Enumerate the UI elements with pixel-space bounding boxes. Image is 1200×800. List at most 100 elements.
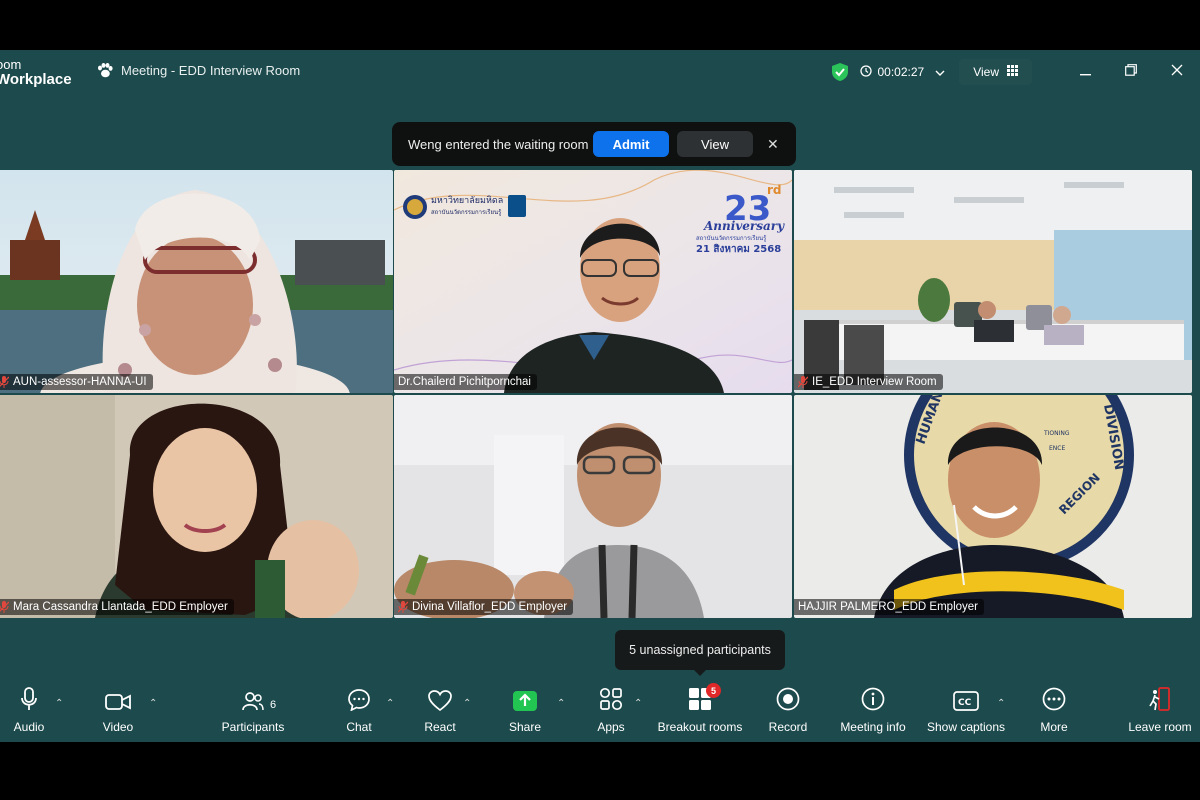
chat-label: Chat <box>346 720 372 734</box>
react-label: React <box>424 720 456 734</box>
video-tile-4[interactable]: Mara Cassandra Llantada_EDD Employer <box>0 395 393 618</box>
video-tile-2[interactable]: มหาวิทยาลัยมหิดล สถาบันนวัตกรรมการเรียนร… <box>394 170 792 393</box>
anniversary-sub: สถาบันนวัตกรรมการเรียนรู้ <box>696 234 767 242</box>
meeting-title-text: Meeting - EDD Interview Room <box>121 63 301 78</box>
chat-button[interactable]: Chat <box>314 686 404 734</box>
microphone-icon <box>21 687 37 716</box>
apps-label: Apps <box>597 720 625 734</box>
more-button[interactable]: More <box>1009 686 1099 734</box>
share-label: Share <box>508 720 542 734</box>
meeting-info-button[interactable]: Meeting info <box>828 686 918 734</box>
breakout-rooms-icon: 5 <box>688 683 721 716</box>
tile-1-video <box>0 170 393 393</box>
apps-options-chevron-icon[interactable]: ⌃ <box>634 698 642 709</box>
mic-muted-icon <box>798 376 808 388</box>
restore-button[interactable] <box>1108 50 1154 94</box>
participant-name: IE_EDD Interview Room <box>812 376 937 388</box>
app-brand: oom Workplace <box>0 57 72 87</box>
participant-name-tag: Divina Villaflor_EDD Employer <box>394 599 574 615</box>
participant-name-tag: Mara Cassandra Llantada_EDD Employer <box>0 599 234 615</box>
participants-count: 6 <box>270 699 277 711</box>
video-options-chevron-icon[interactable]: ⌃ <box>149 698 157 709</box>
audio-options-chevron-icon[interactable]: ⌃ <box>55 698 63 709</box>
meeting-toolbar: Audio ⌃ Video ⌃ Participants 6 Chat ⌃ Re… <box>0 683 1200 742</box>
close-button[interactable] <box>1154 50 1200 94</box>
seal-text-4: TIONING <box>1043 430 1070 437</box>
title-bar: oom Workplace Meeting - EDD Interview Ro… <box>0 50 1200 94</box>
participants-icon <box>242 691 264 716</box>
video-tile-3[interactable]: IE_EDD Interview Room <box>794 170 1192 393</box>
view-label: View <box>973 65 999 79</box>
audio-button[interactable]: Audio <box>0 686 74 734</box>
timer-text: 00:02:27 <box>877 65 925 79</box>
tile-4-video <box>0 395 393 618</box>
minimize-button[interactable] <box>1062 50 1108 94</box>
brand-line-2: Workplace <box>0 71 72 88</box>
participant-name-tag: Dr.Chailerd Pichitpornchai <box>394 374 537 390</box>
show-captions-button[interactable]: CC Show captions <box>921 686 1011 734</box>
apps-button[interactable]: Apps <box>566 686 656 734</box>
paw-icon <box>97 63 113 78</box>
captions-options-chevron-icon[interactable]: ⌃ <box>997 698 1005 709</box>
leave-door-icon <box>1148 687 1172 716</box>
chat-options-chevron-icon[interactable]: ⌃ <box>386 698 394 709</box>
zoom-window: oom Workplace Meeting - EDD Interview Ro… <box>0 50 1200 742</box>
tile-2-video: มหาวิทยาลัยมหิดล สถาบันนวัตกรรมการเรียนร… <box>394 170 792 393</box>
tile-3-video <box>794 170 1192 393</box>
participant-name: Mara Cassandra Llantada_EDD Employer <box>13 601 228 613</box>
close-icon[interactable]: ✕ <box>767 136 779 153</box>
captions-icon: CC <box>953 691 979 716</box>
admit-button[interactable]: Admit <box>593 131 669 157</box>
seal-text-5: ENCE <box>1049 445 1065 452</box>
view-layout-button[interactable]: View <box>959 59 1032 85</box>
video-tile-6[interactable]: HUMAN R DIVISION REGION TIONING ENCE HAJ… <box>794 395 1192 618</box>
encryption-shield-icon[interactable] <box>832 63 849 81</box>
meeting-timer[interactable]: 00:02:27 <box>860 64 945 80</box>
breakout-rooms-label: Breakout rooms <box>657 720 743 734</box>
anniversary-suffix: rd <box>767 183 782 197</box>
apps-icon <box>599 687 623 716</box>
audio-label: Audio <box>13 720 45 734</box>
chevron-down-icon <box>935 65 945 79</box>
meeting-info-label: Meeting info <box>840 720 906 734</box>
video-button[interactable]: Video <box>73 686 163 734</box>
participant-name: Divina Villaflor_EDD Employer <box>412 601 568 613</box>
breakout-badge: 5 <box>706 683 721 698</box>
brand-line-1: oom <box>0 57 22 72</box>
logo-text-1: มหาวิทยาลัยมหิดล <box>431 195 503 206</box>
logo-text-2: สถาบันนวัตกรรมการเรียนรู้ <box>431 208 502 216</box>
record-button[interactable]: Record <box>743 686 833 734</box>
participants-label: Participants <box>221 720 285 734</box>
video-tile-5[interactable]: Divina Villaflor_EDD Employer <box>394 395 792 618</box>
leave-room-button[interactable]: Leave room <box>1115 686 1200 734</box>
svg-text:CC: CC <box>958 698 972 708</box>
participant-name-tag: AUN-assessor-HANNA-UI <box>0 374 153 390</box>
participant-name-tag: IE_EDD Interview Room <box>794 374 943 390</box>
anniversary-date: 21 สิงหาคม 2568 <box>696 243 781 255</box>
tile-6-video: HUMAN R DIVISION REGION TIONING ENCE <box>794 395 1192 618</box>
record-label: Record <box>768 720 808 734</box>
leave-room-label: Leave room <box>1128 720 1192 734</box>
participant-name-tag: HAJJIR PALMERO_EDD Employer <box>794 599 984 615</box>
captions-label: Show captions <box>926 720 1006 734</box>
clock-icon <box>860 64 873 80</box>
meeting-title: Meeting - EDD Interview Room <box>97 63 300 78</box>
share-button[interactable]: Share <box>480 686 570 734</box>
video-tile-1[interactable]: AUN-assessor-HANNA-UI <box>0 170 393 393</box>
minimize-icon <box>1079 63 1091 81</box>
react-button[interactable]: React <box>395 686 485 734</box>
share-options-chevron-icon[interactable]: ⌃ <box>557 698 565 709</box>
participants-button[interactable]: Participants <box>208 686 298 734</box>
more-dots-icon <box>1042 687 1066 716</box>
breakout-rooms-button[interactable]: 5 Breakout rooms <box>655 683 745 734</box>
notification-view-button[interactable]: View <box>677 131 753 157</box>
participant-name: HAJJIR PALMERO_EDD Employer <box>798 601 978 613</box>
video-label: Video <box>102 720 134 734</box>
participant-name: Dr.Chailerd Pichitpornchai <box>398 376 531 388</box>
more-label: More <box>1040 720 1068 734</box>
react-options-chevron-icon[interactable]: ⌃ <box>463 698 471 709</box>
close-icon <box>1171 63 1183 81</box>
share-screen-icon <box>513 691 537 716</box>
info-icon <box>861 687 885 716</box>
chat-icon <box>348 689 370 716</box>
